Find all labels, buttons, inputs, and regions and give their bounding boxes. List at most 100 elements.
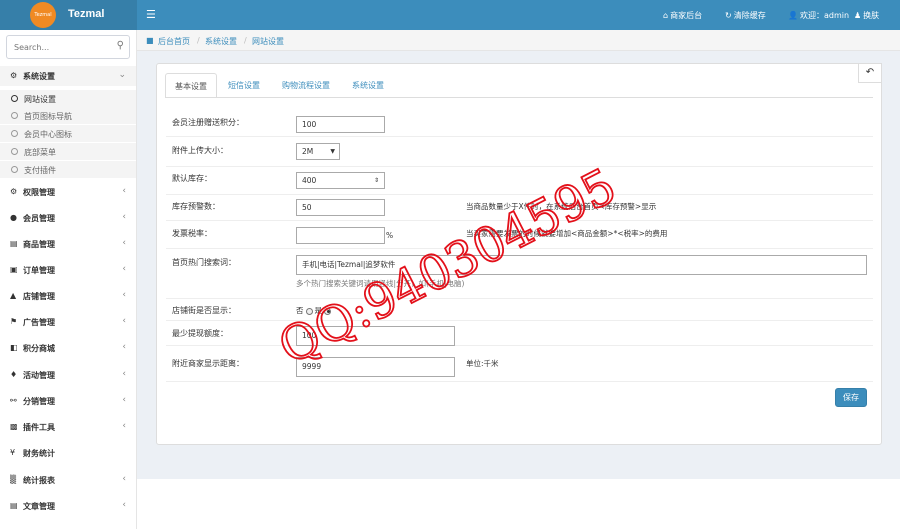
circle-icon xyxy=(11,148,18,155)
radio-no-label: 否 xyxy=(296,306,304,315)
invoice-tax-label: 发票税率： xyxy=(172,229,212,238)
puzzle-icon: ▩ xyxy=(10,422,18,431)
circle-icon xyxy=(11,112,18,119)
stock-warning-hint: 当商品数量少于X件时，在系统后台首页<库存预警>显示 xyxy=(466,202,657,211)
chevron-down-icon: ⌄ xyxy=(118,70,126,80)
chevron-left-icon: ‹ xyxy=(122,290,126,300)
save-button[interactable]: 保存 xyxy=(835,388,867,407)
caret-down-icon: ▼ xyxy=(330,148,335,155)
chevron-left-icon: ‹ xyxy=(122,421,126,431)
sidebar-item-home-nav[interactable]: 首页图标导航 xyxy=(0,107,136,124)
order-icon: ▣ xyxy=(10,265,18,274)
shop-icon: ▲ xyxy=(10,291,17,300)
min-withdraw-label: 最少提现额度： xyxy=(172,329,228,338)
sidebar-group-label: 积分商城 xyxy=(23,344,55,353)
sidebar-group-reports[interactable]: ▒ 统计报表 ‹ xyxy=(0,470,136,490)
chevron-left-icon: ‹ xyxy=(122,474,126,484)
stock-warning-label: 库存预警数： xyxy=(172,202,220,211)
tab-system-settings[interactable]: 系统设置 xyxy=(343,73,393,98)
sidebar-group-label: 活动管理 xyxy=(23,371,55,380)
search-icon[interactable]: ⚲ xyxy=(117,40,124,51)
form-row xyxy=(166,299,873,321)
invoice-tax-input[interactable] xyxy=(296,227,385,244)
sidebar: ⚲ ⚙ 系统设置 ⌄ 网站设置 首页图标导航 会员中心图标 底部菜单 支付插件 … xyxy=(0,30,137,529)
sidebar-group-products[interactable]: ▤ 商品管理 ‹ xyxy=(0,234,136,254)
home-icon: ■ xyxy=(146,36,154,45)
sidebar-group-label: 订单管理 xyxy=(23,266,55,275)
chart-icon: ▒ xyxy=(10,475,17,484)
refresh-icon: ↻ xyxy=(725,11,732,20)
sidebar-group-permissions[interactable]: ⚙ 权限管理 ‹ xyxy=(0,182,136,202)
nearby-distance-input[interactable]: 9999 xyxy=(296,357,455,377)
sidebar-item-label: 网站设置 xyxy=(24,95,56,104)
sidebar-group-points-mall[interactable]: ◧ 积分商城 ‹ xyxy=(0,338,136,358)
sidebar-group-plugins[interactable]: ▩ 插件工具 ‹ xyxy=(0,417,136,437)
bell-icon: ♦ xyxy=(10,370,18,379)
sidebar-item-site-settings[interactable]: 网站设置 xyxy=(0,90,136,107)
hot-search-input[interactable]: 手机|电话|Tezmal|追梦软件 xyxy=(296,255,867,275)
radio-yes[interactable] xyxy=(324,307,331,315)
user-icon: ● xyxy=(10,213,17,222)
menu-toggle-icon[interactable]: ☰ xyxy=(146,8,156,21)
sidebar-group-ads[interactable]: ⚑ 广告管理 ‹ xyxy=(0,312,136,332)
sidebar-group-articles[interactable]: ▤ 文章管理 ‹ xyxy=(0,496,136,516)
breadcrumb-separator: / xyxy=(197,36,200,45)
stock-warning-input[interactable]: 50 xyxy=(296,199,385,216)
sidebar-item-label: 支付插件 xyxy=(24,166,56,175)
search-box: ⚲ xyxy=(6,35,130,59)
logo-badge: Tezmal xyxy=(30,2,56,28)
sidebar-group-distribution[interactable]: ⚯ 分销管理 ‹ xyxy=(0,391,136,411)
logo-badge-text: Tezmal xyxy=(34,12,52,18)
sidebar-item-bottom-menu[interactable]: 底部菜单 xyxy=(0,143,136,160)
radio-yes-label: 是 xyxy=(314,306,323,315)
sidebar-group-members[interactable]: ● 会员管理 ‹ xyxy=(0,208,136,228)
nearby-distance-label: 附近商家显示距离： xyxy=(172,359,244,368)
min-withdraw-input[interactable]: 100 xyxy=(296,326,455,346)
sidebar-group-orders[interactable]: ▣ 订单管理 ‹ xyxy=(0,260,136,280)
chevron-left-icon: ‹ xyxy=(122,264,126,274)
back-icon[interactable]: ↶ xyxy=(858,63,882,83)
default-stock-stepper[interactable]: 400 ⇕ xyxy=(296,172,385,189)
breadcrumb-site-settings[interactable]: 网站设置 xyxy=(252,36,284,47)
sidebar-group-activities[interactable]: ♦ 活动管理 ‹ xyxy=(0,365,136,385)
clear-cache-link[interactable]: ↻ 清除缓存 xyxy=(725,10,766,21)
user-menu[interactable]: 👤 欢迎：admin xyxy=(788,10,849,21)
sidebar-group-label: 分销管理 xyxy=(23,397,55,406)
tab-shopping-flow[interactable]: 购物流程设置 xyxy=(273,73,339,98)
radio-no[interactable] xyxy=(305,307,313,315)
sidebar-item-payment[interactable]: 支付插件 xyxy=(0,161,136,178)
chevron-left-icon: ‹ xyxy=(122,186,126,196)
sidebar-group-label: 商品管理 xyxy=(23,240,55,249)
sidebar-item-member-icons[interactable]: 会员中心图标 xyxy=(0,125,136,142)
invoice-tax-unit: % xyxy=(386,231,394,240)
breadcrumb-home[interactable]: 后台首页 xyxy=(158,36,190,47)
brand-name: Tezmal xyxy=(68,8,105,20)
skin-label: 换肤 xyxy=(863,11,880,20)
breadcrumb-separator: / xyxy=(244,36,247,45)
merchant-link[interactable]: ⌂ 商家后台 xyxy=(663,10,702,21)
chevron-left-icon: ‹ xyxy=(122,342,126,352)
sidebar-item-label: 首页图标导航 xyxy=(24,112,72,121)
search-input[interactable] xyxy=(7,36,107,58)
sidebar-group-label: 财务统计 xyxy=(23,449,55,458)
upload-size-select[interactable]: 2M ▼ xyxy=(296,143,340,160)
form-row xyxy=(166,137,873,167)
logo[interactable]: Tezmal Tezmal xyxy=(0,0,137,30)
sidebar-group-finance[interactable]: ¥ 财务统计 xyxy=(0,443,136,463)
breadcrumb-system-settings[interactable]: 系统设置 xyxy=(205,36,237,47)
sidebar-group-label: 会员管理 xyxy=(23,214,55,223)
upload-size-label: 附件上传大小： xyxy=(172,146,228,155)
skin-link[interactable]: ♟ 换肤 xyxy=(854,10,879,21)
tab-sms-settings[interactable]: 短信设置 xyxy=(219,73,269,98)
spinner-icon[interactable]: ⇕ xyxy=(374,173,379,188)
user-icon: 👤 xyxy=(788,11,798,20)
list-icon: ▤ xyxy=(10,239,18,248)
sidebar-group-label: 店铺管理 xyxy=(23,292,55,301)
sidebar-group-shops[interactable]: ▲ 店铺管理 ‹ xyxy=(0,286,136,306)
sidebar-group-system[interactable]: ⚙ 系统设置 ⌄ xyxy=(0,66,136,86)
upload-size-value: 2M xyxy=(302,147,314,156)
register-points-input[interactable]: 100 xyxy=(296,116,385,133)
sidebar-item-label: 会员中心图标 xyxy=(24,130,72,139)
tab-basic-settings[interactable]: 基本设置 xyxy=(165,73,217,98)
circle-icon xyxy=(11,95,18,102)
